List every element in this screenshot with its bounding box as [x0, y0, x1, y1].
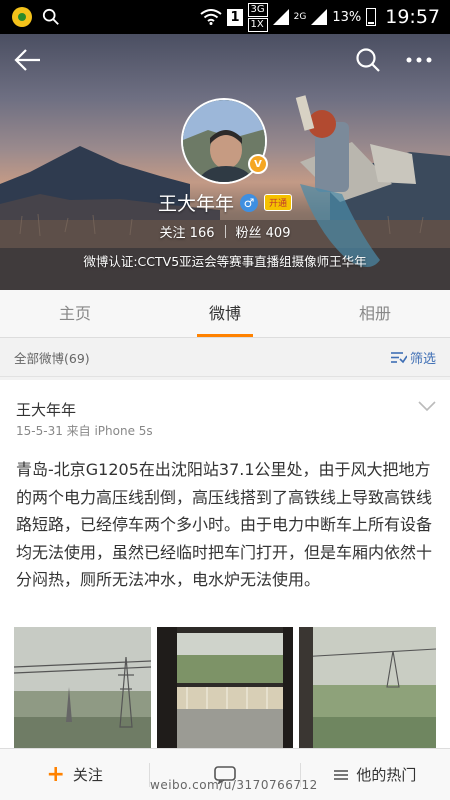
post-photo-2[interactable] [156, 627, 294, 758]
arrow-left-icon [14, 49, 40, 71]
photo-train-window [156, 627, 294, 758]
chevron-down-icon [418, 401, 436, 412]
more-button[interactable] [403, 46, 435, 74]
post-photo-3[interactable] [299, 627, 436, 758]
plus-icon: + [46, 761, 65, 787]
following-label: 关注 [159, 226, 186, 241]
followers-count: 409 [265, 226, 291, 241]
post-menu-button[interactable] [417, 397, 437, 416]
filter-label: 筛选 [409, 352, 436, 367]
tab-album[interactable]: 相册 [300, 290, 450, 337]
post-photo-1[interactable] [14, 627, 151, 758]
app-notification-icon [12, 7, 32, 27]
post-card[interactable]: 王大年年 15-5-31 来自 iPhone 5s 青岛-北京G1205在出沈阳… [0, 380, 450, 758]
photo-field-view [299, 627, 436, 758]
watermark-text: weibo.com/u/3170766712 [150, 778, 318, 792]
list-icon [334, 769, 349, 780]
post-author[interactable]: 王大年年 [16, 399, 76, 420]
profile-banner: V 王大年年 ♂ 开通 关注 166 粉丝 409 微博认证:CCTV5亚运会等… [0, 34, 450, 290]
tab-home[interactable]: 主页 [0, 290, 150, 337]
hot-posts-label: 他的热门 [356, 766, 417, 784]
verification-text: 微博认证:CCTV5亚运会等赛事直播组摄像师王华年 [83, 254, 367, 269]
post-meta: 15-5-31 来自 iPhone 5s [16, 424, 153, 438]
wifi-icon [200, 9, 223, 25]
verified-badge-icon: V [248, 154, 268, 174]
following-stat[interactable]: 关注 166 [160, 222, 215, 241]
clock: 19:57 [385, 6, 440, 28]
network-1x-badge: 1X [247, 17, 268, 32]
filter-row: 全部微博(69) 筛选 [0, 339, 450, 377]
followers-stat[interactable]: 粉丝 409 [236, 222, 291, 241]
battery-icon [366, 8, 377, 26]
followers-label: 粉丝 [235, 226, 262, 241]
tab-weibo[interactable]: 微博 [150, 290, 300, 337]
search-notification-icon [42, 8, 59, 25]
follow-button[interactable]: + 关注 [0, 761, 149, 787]
network-2g-label: 2G [293, 12, 307, 22]
signal-icon [272, 9, 289, 25]
vip-badge[interactable]: 开通 [264, 194, 293, 211]
search-icon [356, 48, 380, 72]
filter-icon [390, 352, 407, 364]
sim-slot-badge: 1 [227, 8, 243, 26]
following-count: 166 [189, 226, 215, 241]
all-weibo-count: 全部微博(69) [14, 351, 90, 366]
profile-tabs: 主页 微博 相册 [0, 290, 450, 338]
bottom-bar: + 关注 他的热门 [0, 748, 450, 800]
male-icon: ♂ [240, 193, 258, 212]
back-button[interactable] [12, 46, 44, 74]
stat-divider [224, 225, 226, 238]
hot-posts-button[interactable]: 他的热门 [301, 764, 450, 785]
profile-name: 王大年年 [157, 193, 234, 215]
photo-power-lines [14, 627, 151, 758]
network-3g-badge: 3G [247, 2, 268, 17]
post-text: 青岛-北京G1205在出沈阳站37.1公里处，由于风大把地方的两个电力高压线刮倒… [16, 460, 433, 590]
filter-button[interactable]: 筛选 [390, 348, 436, 367]
status-bar: 1 3G 1X 2G 13% 19:57 [0, 0, 450, 34]
post-photos [14, 627, 436, 758]
more-dots-icon [406, 57, 432, 63]
follow-button-label: 关注 [72, 766, 103, 784]
header-search-button[interactable] [352, 46, 384, 74]
battery-percent: 13% [332, 9, 362, 25]
signal-2-icon [311, 9, 328, 25]
